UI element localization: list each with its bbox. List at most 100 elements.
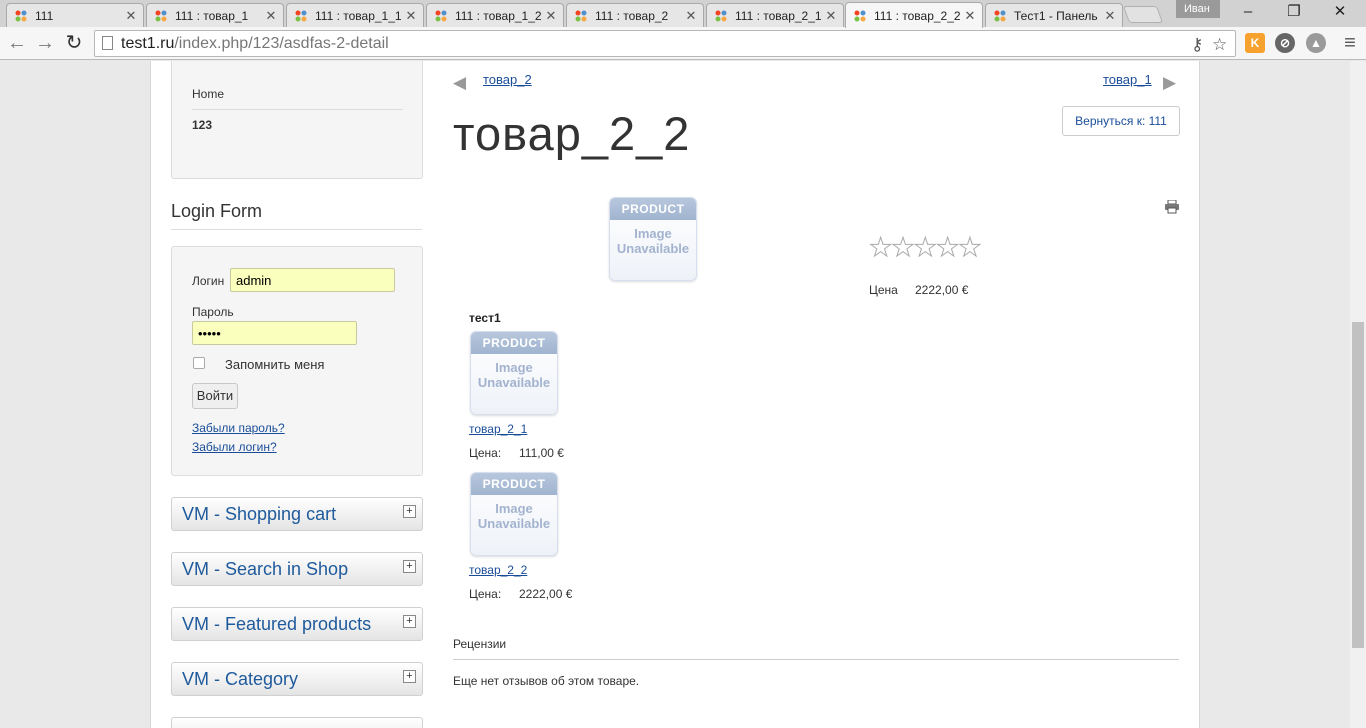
tab-strip: 111 ✕ 111 : товар_1 ✕ 111 : товар_1_1 ✕ … <box>0 0 1366 28</box>
expand-plus-icon[interactable]: + <box>403 560 416 573</box>
key-icon[interactable]: ⚷ <box>1191 35 1203 55</box>
joomla-icon <box>713 8 729 24</box>
profile-badge[interactable]: Иван <box>1176 0 1220 18</box>
tab-tovar-1-1[interactable]: 111 : товар_1_1 ✕ <box>286 3 424 27</box>
related-product-link[interactable]: товар_2_1 <box>469 422 527 436</box>
close-tab-icon[interactable]: ✕ <box>405 8 417 24</box>
tab-111[interactable]: 111 ✕ <box>6 3 144 27</box>
remember-label: Запомнить меня <box>225 357 325 372</box>
forward-icon[interactable]: → <box>32 31 58 55</box>
k-extension-icon[interactable]: K <box>1245 33 1265 53</box>
menu-item-home[interactable]: Home <box>192 87 224 101</box>
related-product-image[interactable]: PRODUCT Image Unavailable <box>470 331 558 415</box>
compass-extension-icon[interactable]: ⊘ <box>1275 33 1295 53</box>
tab-tovar-2-1[interactable]: 111 : товар_2_1 ✕ <box>706 3 844 27</box>
browser-toolbar: ← → ↻ test1.ru/index.php/123/asdfas-2-de… <box>0 27 1366 60</box>
joomla-icon <box>573 8 589 24</box>
back-to-category-button[interactable]: Вернуться к: 111 <box>1062 106 1180 136</box>
tab-title: Тест1 - Панель <box>1014 8 1098 23</box>
product-image[interactable]: PRODUCT Image Unavailable <box>609 197 697 281</box>
expand-plus-icon[interactable]: + <box>403 670 416 683</box>
page-container: Home 123 Login Form Логин Пароль Запомни… <box>150 61 1200 728</box>
minimize-icon[interactable]: – <box>1228 2 1268 24</box>
tab-title: 111 <box>35 8 54 23</box>
joomla-icon <box>153 8 169 24</box>
reviews-empty-text: Еще нет отзывов об этом товаре. <box>453 674 640 688</box>
print-icon[interactable] <box>1164 199 1180 214</box>
scrollbar-thumb[interactable] <box>1352 322 1364 648</box>
star-bookmark-icon[interactable]: ☆ <box>1212 35 1227 55</box>
tab-title: 111 : товар_2 <box>595 8 669 23</box>
login-button[interactable]: Войти <box>192 383 238 409</box>
star-empty-icon: ★ <box>868 232 893 262</box>
star-empty-icon: ★ <box>935 232 960 262</box>
vm-featured-module[interactable]: VM - Featured products + <box>171 607 423 641</box>
related-product-image[interactable]: PRODUCT Image Unavailable <box>470 472 558 556</box>
vm-module-title: VM - Category <box>182 669 299 689</box>
tab-tovar-1-2[interactable]: 111 : товар_1_2 ✕ <box>426 3 564 27</box>
tab-tovar-2-2[interactable]: 111 : товар_2_2 ✕ <box>845 2 983 28</box>
tab-title: 111 : товар_1 <box>175 8 249 23</box>
related-price-label: Цена: <box>469 587 502 601</box>
tab-title: 111 : товар_1_2 <box>455 8 542 23</box>
related-product-link[interactable]: товар_2_2 <box>469 563 527 577</box>
vm-module-title: VM - Featured products <box>182 614 372 634</box>
related-price-label: Цена: <box>469 446 502 460</box>
price-label: Цена <box>869 283 898 297</box>
menu-item-123[interactable]: 123 <box>192 118 212 132</box>
username-input[interactable] <box>230 268 395 292</box>
tab-title: 111 : товар_1_1 <box>315 8 402 23</box>
login-module-title: Login Form <box>171 201 422 230</box>
password-input[interactable] <box>192 321 357 345</box>
page-viewport: Home 123 Login Form Логин Пароль Запомни… <box>0 61 1350 728</box>
url-text: test1.ru/index.php/123/asdfas-2-detail <box>121 35 389 52</box>
prev-product-link[interactable]: товар_2 <box>483 72 532 87</box>
close-tab-icon[interactable]: ✕ <box>685 8 697 24</box>
star-empty-icon: ★ <box>913 232 937 262</box>
close-tab-icon[interactable]: ✕ <box>265 8 277 24</box>
close-window-icon[interactable]: ✕ <box>1320 2 1360 24</box>
tab-tovar-1[interactable]: 111 : товар_1 ✕ <box>146 3 284 27</box>
related-category-heading: тест1 <box>469 311 501 325</box>
close-tab-icon[interactable]: ✕ <box>964 8 976 24</box>
joomla-icon <box>433 8 449 24</box>
vm-search-module[interactable]: VM - Search in Shop + <box>171 552 423 586</box>
vm-module-title: VM - Search in Shop <box>182 559 349 579</box>
login-form: Логин Пароль Запомнить меня Войти Забыли… <box>171 246 423 476</box>
tab-tovar-2[interactable]: 111 : товар_2 ✕ <box>566 3 704 27</box>
close-tab-icon[interactable]: ✕ <box>1104 8 1116 24</box>
back-icon[interactable]: ← <box>4 31 30 55</box>
expand-plus-icon[interactable]: + <box>403 505 416 518</box>
vm-shopping-cart-module[interactable]: VM - Shopping cart + <box>171 497 423 531</box>
next-product-link[interactable]: товар_1 <box>1103 72 1152 87</box>
username-label: Логин <box>192 274 225 288</box>
related-price-value: 111,00 € <box>519 446 564 460</box>
forgot-password-link[interactable]: Забыли пароль? <box>192 421 285 435</box>
menu-icon[interactable]: ≡ <box>1337 31 1363 55</box>
reviews-heading: Рецензии <box>453 637 1179 660</box>
vm-category-module[interactable]: VM - Category + <box>171 662 423 696</box>
close-tab-icon[interactable]: ✕ <box>545 8 557 24</box>
page-scrollbar[interactable] <box>1350 61 1366 728</box>
drive-extension-icon[interactable]: ▲ <box>1306 33 1326 53</box>
expand-plus-icon[interactable]: + <box>403 615 416 628</box>
tab-panel[interactable]: Тест1 - Панель ✕ <box>985 3 1123 27</box>
star-empty-icon: ★ <box>958 232 982 262</box>
forgot-login-link[interactable]: Забыли логин? <box>192 440 277 454</box>
close-tab-icon[interactable]: ✕ <box>125 8 137 24</box>
joomla-icon <box>852 8 868 24</box>
joomla-icon <box>293 8 309 24</box>
tab-title: 111 : товар_2_1 <box>735 8 822 23</box>
restore-icon[interactable]: ❐ <box>1274 2 1314 24</box>
vm-more-module[interactable] <box>171 717 423 728</box>
remember-checkbox[interactable] <box>193 357 205 369</box>
reload-icon[interactable]: ↻ <box>61 31 87 55</box>
star-empty-icon: ★ <box>891 232 915 262</box>
page-icon <box>102 36 113 50</box>
tab-title: 111 : товар_2_2 <box>874 8 961 23</box>
address-bar[interactable]: test1.ru/index.php/123/asdfas-2-detail ⚷… <box>94 30 1236 57</box>
new-tab-button[interactable] <box>1122 6 1164 23</box>
product-title: товар_2_2 <box>453 107 691 160</box>
close-tab-icon[interactable]: ✕ <box>825 8 837 24</box>
rating-stars: ★ ★ ★ ★ ★ <box>868 232 982 262</box>
